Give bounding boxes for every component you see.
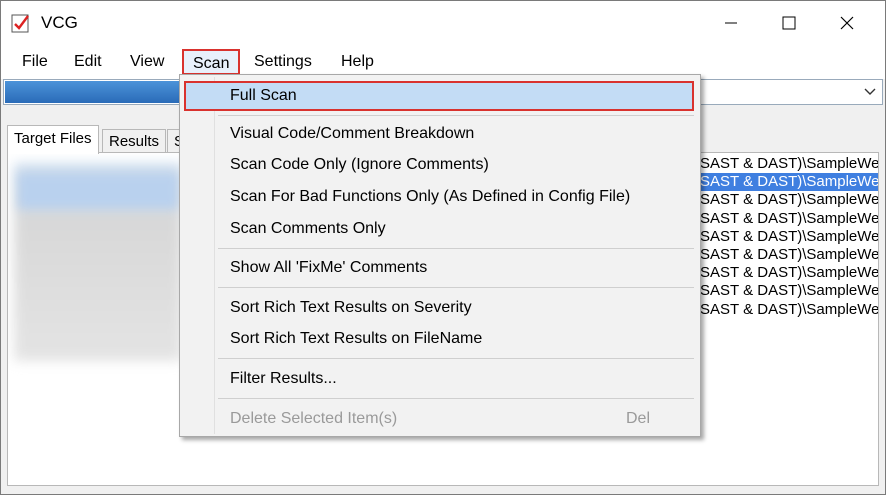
file-path-item[interactable]: SAST & DAST)\SampleWe — [700, 173, 878, 192]
close-button[interactable] — [817, 1, 877, 45]
file-path-item[interactable]: SAST & DAST)\SampleWe — [700, 264, 878, 282]
menu-help[interactable]: Help — [334, 51, 381, 73]
menu-item-label: Scan Comments Only — [230, 220, 386, 237]
menu-file[interactable]: File — [15, 51, 55, 73]
menu-item-sort-severity[interactable]: Sort Rich Text Results on Severity — [182, 293, 696, 323]
menu-settings[interactable]: Settings — [247, 51, 319, 73]
menu-item-label: Scan For Bad Functions Only (As Defined … — [230, 188, 631, 205]
menu-item-label: Scan Code Only (Ignore Comments) — [230, 156, 489, 173]
file-path-list: SAST & DAST)\SampleWe SAST & DAST)\Sample… — [700, 155, 878, 319]
minimize-button[interactable] — [701, 1, 761, 45]
chevron-down-icon[interactable] — [864, 84, 876, 98]
file-path-item[interactable]: SAST & DAST)\SampleWe — [700, 228, 878, 246]
close-icon — [840, 16, 854, 30]
tab-results[interactable]: Results — [102, 129, 167, 154]
menu-separator — [218, 358, 694, 359]
menu-item-visual-breakdown[interactable]: Visual Code/Comment Breakdown — [182, 119, 696, 149]
menu-edit[interactable]: Edit — [67, 51, 109, 73]
menu-item-scan-comments[interactable]: Scan Comments Only — [182, 214, 696, 244]
menu-separator — [218, 398, 694, 399]
file-path-item[interactable]: SAST & DAST)\SampleWe — [700, 191, 878, 209]
file-path-item[interactable]: SAST & DAST)\SampleWe — [700, 301, 878, 319]
menu-item-label: Delete Selected Item(s) — [230, 410, 398, 427]
menu-view[interactable]: View — [123, 51, 171, 73]
menu-item-delete-selected: Delete Selected Item(s) Del — [182, 404, 696, 434]
menu-item-bad-functions[interactable]: Scan For Bad Functions Only (As Defined … — [182, 182, 696, 212]
title-bar[interactable]: VCG — [1, 1, 885, 45]
minimize-icon — [725, 22, 737, 24]
vcg-app-icon — [11, 14, 29, 33]
file-path-item[interactable]: SAST & DAST)\SampleWe — [700, 210, 878, 228]
blurred-selection — [18, 173, 178, 209]
combo-selection — [5, 81, 179, 103]
menu-scan[interactable]: Scan — [182, 49, 241, 75]
menu-separator — [218, 287, 694, 288]
scan-menu-dropdown: Full Scan Visual Code/Comment Breakdown … — [179, 74, 701, 437]
menu-item-shortcut: Del — [625, 410, 650, 427]
menu-item-sort-filename[interactable]: Sort Rich Text Results on FileName — [182, 324, 696, 354]
menu-separator — [218, 248, 694, 249]
maximize-button[interactable] — [759, 1, 819, 45]
menu-item-label: Sort Rich Text Results on FileName — [230, 330, 483, 347]
menu-item-label: Visual Code/Comment Breakdown — [230, 125, 475, 142]
file-path-item[interactable]: SAST & DAST)\SampleWe — [700, 282, 878, 300]
maximize-icon — [782, 16, 796, 30]
menu-item-label: Full Scan — [230, 87, 297, 104]
menu-item-label: Show All 'FixMe' Comments — [230, 259, 428, 276]
window-title: VCG — [41, 13, 78, 32]
file-path-item[interactable]: SAST & DAST)\SampleWe — [700, 155, 878, 173]
app-window: VCG File Edit View Scan Settings Help Ta… — [0, 0, 886, 495]
menu-item-fixme-comments[interactable]: Show All 'FixMe' Comments — [182, 253, 696, 283]
menu-item-label: Sort Rich Text Results on Severity — [230, 299, 472, 316]
menu-item-filter-results[interactable]: Filter Results... — [182, 364, 696, 394]
menu-item-scan-code-only[interactable]: Scan Code Only (Ignore Comments) — [182, 150, 696, 180]
file-path-item[interactable]: SAST & DAST)\SampleWe — [700, 246, 878, 264]
tab-target-files[interactable]: Target Files — [7, 125, 99, 154]
menu-item-label: Filter Results... — [230, 370, 337, 387]
menu-item-full-scan[interactable]: Full Scan — [184, 81, 694, 111]
menu-separator — [218, 115, 694, 116]
